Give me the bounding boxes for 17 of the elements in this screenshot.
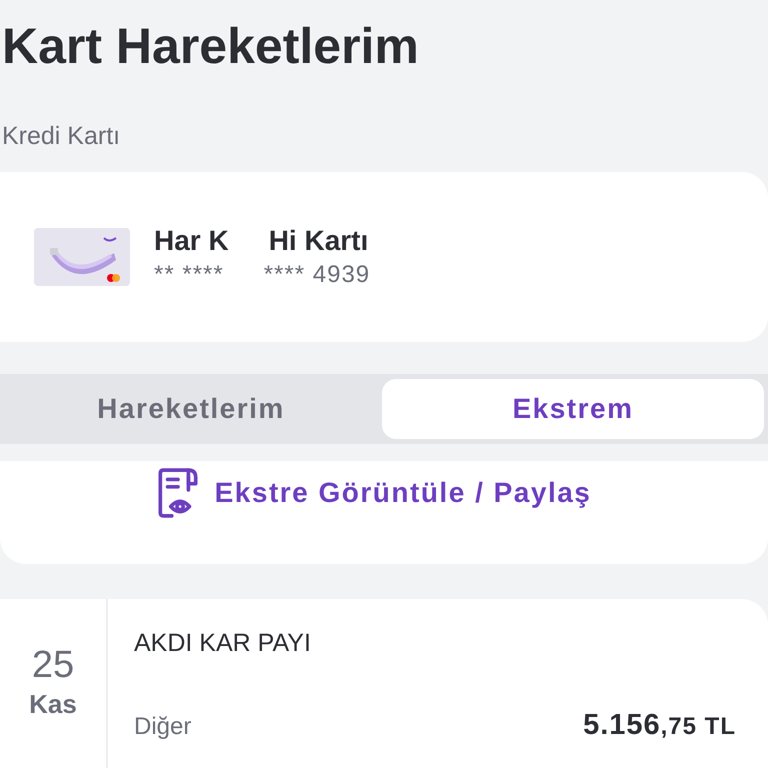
page-title: Kart Hareketlerim — [1, 17, 420, 76]
card-panel[interactable]: Har K Hi Kartı ** **** **** 4939 — [0, 172, 768, 342]
card-number: ** **** — [154, 260, 224, 290]
document-eye-icon — [156, 467, 199, 519]
transaction-card[interactable]: 25 Kas AKDI KAR PAYI Diğer 5.156,75 TL — [0, 599, 768, 768]
transaction-description: AKDI KAR PAYI — [134, 628, 312, 659]
statement-button[interactable]: Ekstre Görüntüle / Paylaş — [156, 461, 592, 519]
card-name: Har K — [154, 224, 229, 258]
transaction-day: 25 — [32, 643, 74, 687]
transaction-month: Kas — [29, 688, 77, 721]
tab[interactable]: Ekstrem — [382, 379, 764, 439]
section-label: Kredi Kartı — [1, 121, 122, 152]
transaction-amount: 5.156,75 TL — [583, 709, 736, 742]
card-number: **** 4939 — [264, 260, 370, 290]
tab[interactable]: Hareketlerim — [0, 379, 382, 439]
transaction-category: Diğer — [134, 713, 192, 741]
card-name: Hi Kartı — [268, 224, 368, 258]
